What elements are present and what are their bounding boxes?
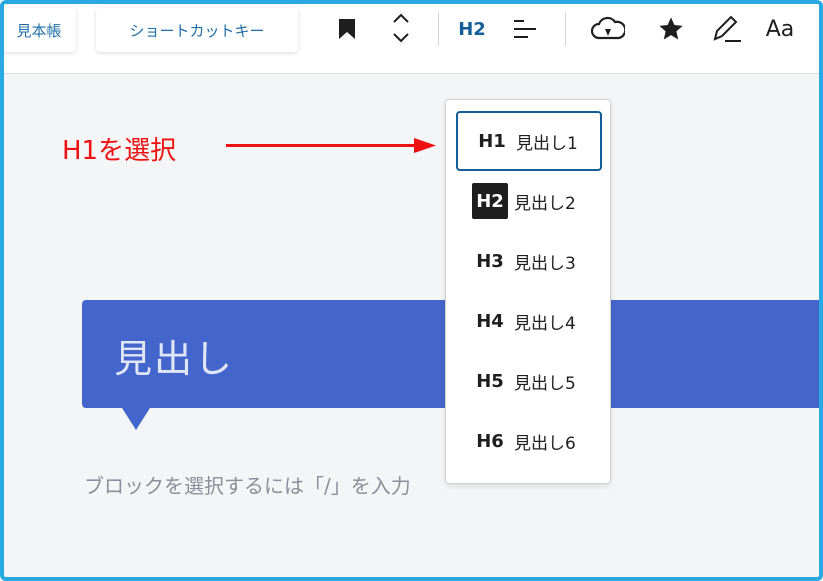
bookmark-icon[interactable]	[332, 14, 362, 44]
heading-level-button[interactable]: H2	[454, 12, 490, 46]
annotation-arrow	[226, 138, 436, 153]
heading-level-menu: H1 見出し1 H2 見出し2 H3 見出し3 H4 見出し4 H5 見出し5 …	[445, 99, 611, 484]
move-up-icon[interactable]	[386, 8, 416, 28]
heading-code: H3	[476, 250, 504, 272]
cloud-icon[interactable]	[590, 12, 626, 46]
toolbar-separator	[438, 12, 439, 46]
align-icon[interactable]	[510, 14, 540, 44]
menu-item-h6[interactable]: H6 見出し6	[456, 411, 602, 471]
heading-code: H5	[476, 370, 504, 392]
heading-code: H4	[476, 310, 504, 332]
menu-item-h1[interactable]: H1 見出し1	[456, 111, 602, 171]
block-placeholder[interactable]: ブロックを選択するには「/」を入力	[84, 470, 411, 499]
heading-label: 見出し2	[514, 193, 576, 214]
heading-code: H6	[476, 430, 504, 452]
heading-label: 見出し6	[514, 433, 576, 454]
heading-label: 見出し1	[516, 133, 578, 154]
star-icon[interactable]	[654, 12, 688, 46]
heading-text[interactable]: 見出し	[114, 328, 234, 383]
move-down-icon[interactable]	[386, 28, 416, 48]
screenshot-frame: 見本帳 ショートカットキー H2 Aa H1を選択 見出し ブロックを選択するに…	[0, 0, 823, 581]
editor-canvas: H1を選択 見出し ブロックを選択するには「/」を入力 H1 見出し1 H2 見…	[4, 74, 819, 577]
heading-level-label: H2	[458, 18, 486, 40]
toolbar-separator	[565, 12, 566, 46]
menu-item-h4[interactable]: H4 見出し4	[456, 291, 602, 351]
pen-icon[interactable]	[708, 10, 744, 46]
block-toolbar: 見本帳 ショートカットキー H2 Aa	[4, 4, 819, 74]
heading-label: 見出し4	[514, 313, 576, 334]
heading-label: 見出し5	[514, 373, 576, 394]
menu-item-h2[interactable]: H2 見出し2	[456, 171, 602, 231]
mihoncho-button[interactable]: 見本帳	[4, 8, 76, 52]
heading-code: H2	[472, 183, 508, 219]
heading-label: 見出し3	[514, 253, 576, 274]
annotation-label: H1を選択	[62, 136, 177, 166]
typography-button[interactable]: Aa	[760, 12, 800, 46]
menu-item-h3[interactable]: H3 見出し3	[456, 231, 602, 291]
menu-item-h5[interactable]: H5 見出し5	[456, 351, 602, 411]
heading-code: H1	[478, 130, 506, 152]
heading-tail	[122, 408, 150, 430]
typography-label: Aa	[765, 16, 795, 42]
shortcut-key-button[interactable]: ショートカットキー	[96, 8, 298, 52]
